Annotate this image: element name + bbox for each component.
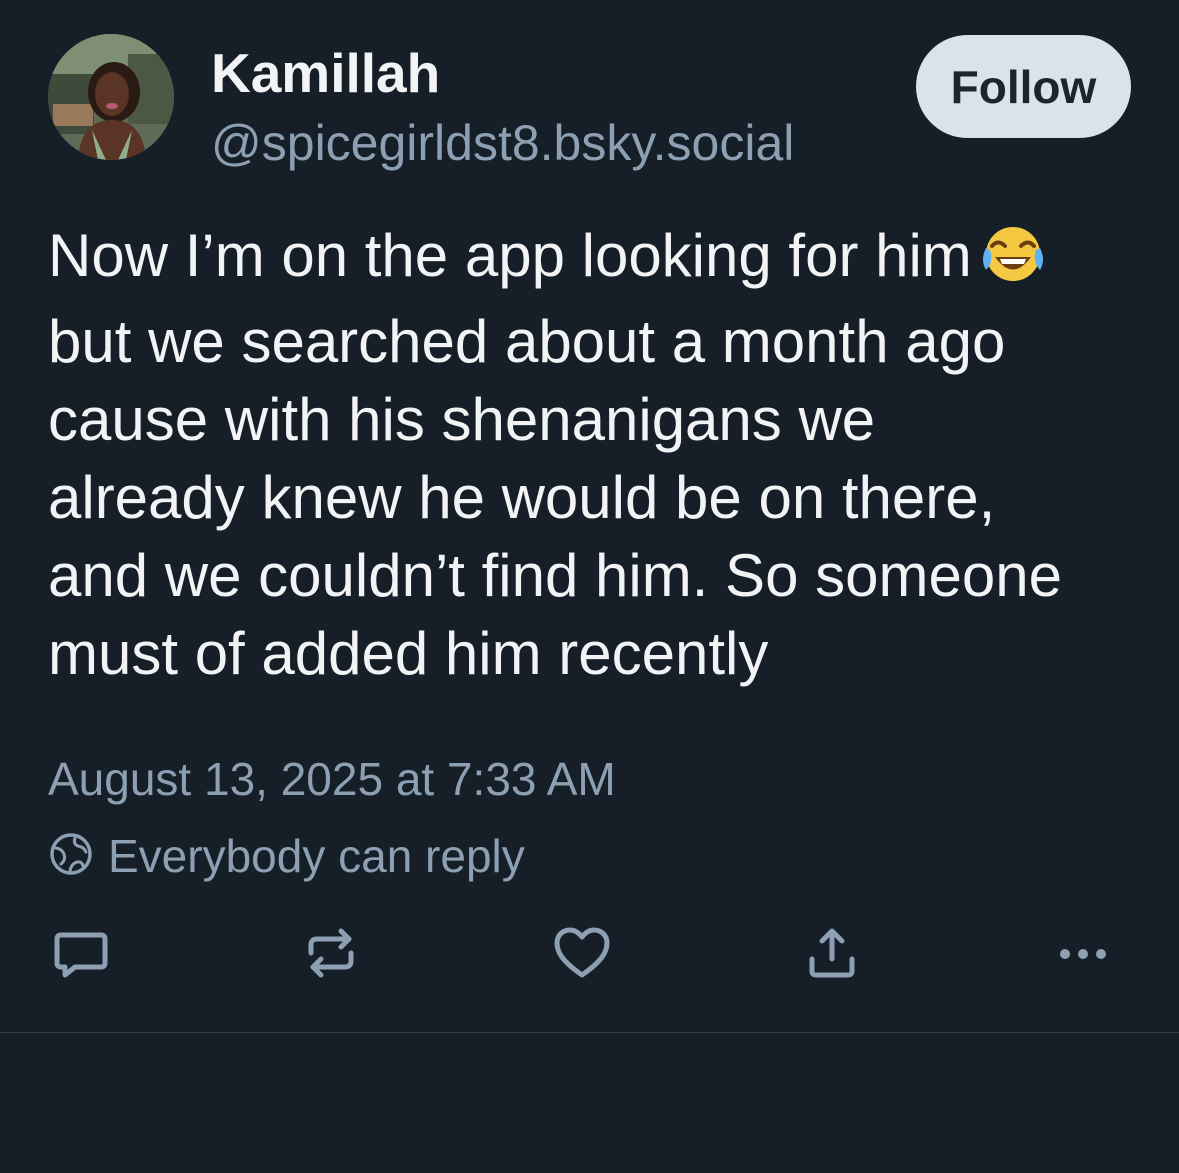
post-actions	[0, 920, 1179, 990]
post-text: Now I’m on the app looking for him but w…	[48, 217, 1148, 693]
repost-icon	[301, 923, 361, 988]
share-icon	[802, 923, 862, 988]
post-text-line: cause with his shenanigans we	[48, 386, 876, 453]
post-card: Kamillah @spicegirldst8.bsky.social Foll…	[0, 0, 1179, 1033]
like-icon	[552, 923, 612, 988]
post-text-line: and we couldn’t find him. So someone	[48, 542, 1062, 609]
author-display-name[interactable]: Kamillah	[211, 40, 440, 106]
reply-button[interactable]	[46, 920, 116, 990]
more-button[interactable]	[1048, 920, 1118, 990]
reply-icon	[51, 923, 111, 988]
post-text-line: but we searched about a month ago	[48, 308, 1006, 375]
follow-button[interactable]: Follow	[916, 35, 1131, 138]
like-button[interactable]	[547, 920, 617, 990]
reply-setting[interactable]: Everybody can reply	[48, 824, 525, 888]
joy-emoji-icon	[980, 224, 1046, 303]
globe-icon	[48, 831, 94, 882]
author-avatar[interactable]	[48, 34, 174, 160]
post-text-line: must of added him recently	[48, 620, 769, 687]
share-button[interactable]	[797, 920, 867, 990]
reply-setting-label: Everybody can reply	[108, 830, 525, 882]
post-text-line: Now I’m on the app looking for him	[48, 217, 1148, 303]
more-icon	[1053, 923, 1113, 988]
author-handle[interactable]: @spicegirldst8.bsky.social	[211, 112, 794, 174]
post-timestamp[interactable]: August 13, 2025 at 7:33 AM	[48, 748, 616, 810]
repost-button[interactable]	[296, 920, 366, 990]
post-text-line: already knew he would be on there,	[48, 464, 996, 531]
post-text-line-content: Now I’m on the app looking for him	[48, 222, 972, 289]
avatar-image	[48, 34, 174, 160]
